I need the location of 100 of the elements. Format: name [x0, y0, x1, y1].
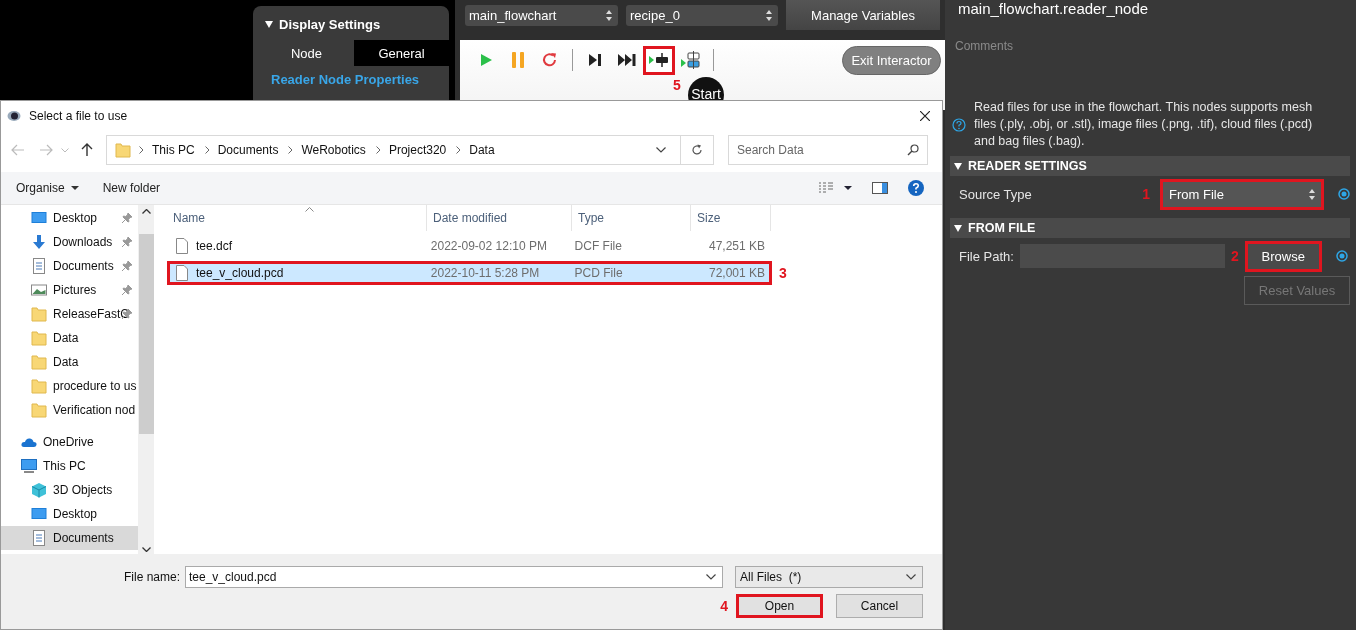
folder-icon: [115, 142, 131, 158]
tab[interactable]: Node: [259, 40, 354, 66]
app-icon: [7, 108, 21, 123]
radio-icon[interactable]: [1338, 188, 1350, 200]
chevron-down-icon[interactable]: [906, 574, 916, 580]
nav-item[interactable]: Downloads: [1, 230, 138, 254]
breadcrumb-item[interactable]: Project320: [388, 143, 447, 157]
nav-item[interactable]: This PC: [1, 454, 138, 478]
file-icon: [176, 265, 188, 281]
file-row[interactable]: tee_v_cloud.pcd 2022-10-11 5:28 PM PCD File 72,001 KB: [167, 261, 772, 285]
dialog-button[interactable]: Open: [736, 594, 823, 618]
chevron-down-icon[interactable]: [706, 574, 716, 580]
cube-icon: [31, 482, 47, 498]
callout-number: 1: [1142, 186, 1150, 202]
step-forward-icon: [588, 53, 602, 67]
column-header[interactable]: Date modified: [427, 205, 572, 231]
search-input[interactable]: Search Data: [737, 143, 887, 157]
scrollbar[interactable]: [138, 205, 154, 554]
exit-interactor-button[interactable]: Exit Interactor: [842, 45, 941, 75]
file-size: 72,001 KB: [707, 266, 766, 280]
comments-label: Comments: [954, 39, 1014, 53]
nav-item[interactable]: 3D Objects: [1, 478, 138, 502]
flowchart-select[interactable]: main_flowchart: [465, 5, 618, 26]
sort-caret-icon: [305, 207, 314, 212]
file-name-field[interactable]: tee_v_cloud.pcd: [185, 566, 723, 588]
close-icon[interactable]: [920, 110, 930, 121]
toolbar-button[interactable]: [643, 45, 675, 75]
file-row[interactable]: tee.dcf 2022-09-02 12:10 PM DCF File 47,251 KB: [167, 234, 772, 258]
monitor-icon: [31, 506, 47, 522]
address-bar[interactable]: This PC Documents WeRobotics Project320 Data: [106, 135, 681, 165]
callout-number: 5: [673, 76, 681, 93]
new-folder-button[interactable]: New folder: [102, 181, 161, 195]
reload-icon: [542, 52, 558, 68]
nav-item[interactable]: Data: [1, 350, 138, 374]
expand-triangle-icon[interactable]: [264, 19, 274, 29]
run-node-icon: [681, 51, 701, 69]
nav-item[interactable]: Desktop: [1, 502, 138, 526]
radio-icon[interactable]: [1335, 250, 1348, 262]
file-type: PCD File: [573, 266, 624, 280]
date-modified: 2022-10-11 5:28 PM: [429, 266, 541, 280]
scroll-up-icon[interactable]: [141, 209, 151, 214]
nav-item[interactable]: Documents: [1, 254, 138, 278]
callout-number: 4: [720, 598, 728, 614]
nav-item[interactable]: Desktop: [1, 206, 138, 230]
nav-item[interactable]: ReleaseFastC: [1, 302, 138, 326]
browse-button[interactable]: Browse: [1244, 240, 1322, 272]
computer-icon: [21, 458, 37, 474]
refresh-icon: [691, 144, 703, 156]
nav-item[interactable]: Pictures: [1, 278, 138, 302]
scroll-down-icon[interactable]: [141, 547, 151, 552]
file-type-select[interactable]: All Files (*): [735, 566, 923, 588]
callout-number: 3: [779, 265, 787, 281]
chevron-down-icon[interactable]: [656, 147, 666, 153]
organise-menu[interactable]: Organise: [16, 181, 79, 195]
document-icon: [31, 258, 47, 274]
nav-item[interactable]: OneDrive: [1, 430, 138, 454]
folder-icon: [31, 354, 47, 370]
manage-variables-button[interactable]: Manage Variables: [786, 0, 940, 30]
caret-icon[interactable]: [844, 186, 852, 190]
help-icon[interactable]: [952, 117, 966, 132]
dialog-button[interactable]: Cancel: [836, 594, 923, 618]
column-header[interactable]: Size: [691, 205, 771, 231]
file-name: tee.dcf: [196, 239, 233, 253]
column-header[interactable]: Type: [572, 205, 691, 231]
breadcrumb-item[interactable]: Documents: [217, 143, 279, 157]
document-icon: [31, 530, 47, 546]
chevron-right-icon: [375, 146, 381, 154]
help-icon[interactable]: [908, 180, 924, 196]
folder-icon: [31, 330, 47, 346]
scrollbar-thumb[interactable]: [138, 234, 154, 434]
section-header[interactable]: READER SETTINGS: [950, 156, 1350, 176]
file-name-label: File name:: [123, 570, 180, 584]
node-title: main_flowchart.reader_node: [957, 0, 1150, 19]
monitor-icon: [31, 210, 47, 226]
section-header[interactable]: FROM FILE: [950, 218, 1350, 238]
nav-item[interactable]: Documents: [1, 526, 138, 550]
properties-link[interactable]: Reader Node Properties: [253, 66, 449, 87]
preview-pane-icon[interactable]: [872, 182, 888, 194]
recipe-select[interactable]: recipe_0: [626, 5, 778, 26]
breadcrumb-item[interactable]: WeRobotics: [301, 143, 366, 157]
file-icon: [176, 238, 188, 254]
source-type-select[interactable]: From File: [1160, 178, 1324, 210]
picture-icon: [31, 282, 47, 298]
breadcrumb-item[interactable]: Data: [469, 143, 495, 157]
breadcrumb-item[interactable]: This PC: [152, 143, 195, 157]
file-type: DCF File: [573, 239, 623, 253]
expand-triangle-icon[interactable]: [953, 161, 963, 171]
tab[interactable]: General: [354, 40, 449, 66]
expand-triangle-icon[interactable]: [953, 223, 963, 233]
refresh-button[interactable]: [681, 135, 714, 165]
dialog-title: Select a file to use: [29, 108, 128, 123]
nav-item[interactable]: Verification nod: [1, 398, 138, 422]
nav-item[interactable]: Data: [1, 326, 138, 350]
nav-item[interactable]: procedure to us: [1, 374, 138, 398]
run-to-node-icon: [649, 53, 669, 67]
column-header[interactable]: Name: [167, 205, 427, 231]
up-arrow-icon[interactable]: [81, 143, 93, 157]
chevron-right-icon: [456, 146, 462, 154]
search-field[interactable]: Search Data: [728, 135, 928, 165]
caret-icon: [70, 186, 79, 190]
